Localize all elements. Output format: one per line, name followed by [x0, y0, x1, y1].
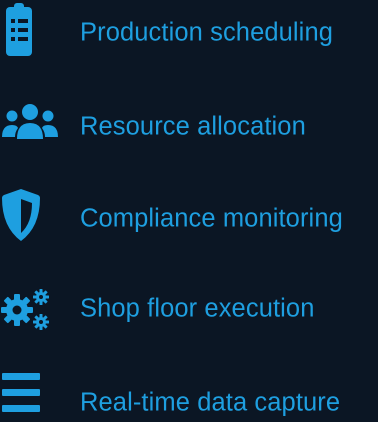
users-icon: [0, 97, 62, 157]
feature-label: Resource allocation: [80, 112, 306, 141]
gears-icon: [0, 279, 62, 339]
feature-label: Real-time data capture: [80, 388, 341, 417]
shield-icon: [0, 189, 62, 249]
feature-list: Production scheduling Resource allocatio…: [0, 0, 378, 422]
feature-item-compliance-monitoring: Compliance monitoring: [0, 189, 378, 249]
bars-icon: [0, 373, 62, 422]
feature-item-shop-floor-execution: Shop floor execution: [0, 279, 378, 339]
feature-label: Shop floor execution: [80, 294, 315, 323]
feature-item-resource-allocation: Resource allocation: [0, 97, 378, 157]
feature-item-real-time-data-capture: Real-time data capture: [0, 373, 378, 422]
feature-label: Production scheduling: [80, 18, 334, 47]
feature-item-production-scheduling: Production scheduling: [0, 3, 378, 63]
clipboard-list-icon: [0, 3, 62, 63]
feature-label: Compliance monitoring: [80, 204, 343, 233]
